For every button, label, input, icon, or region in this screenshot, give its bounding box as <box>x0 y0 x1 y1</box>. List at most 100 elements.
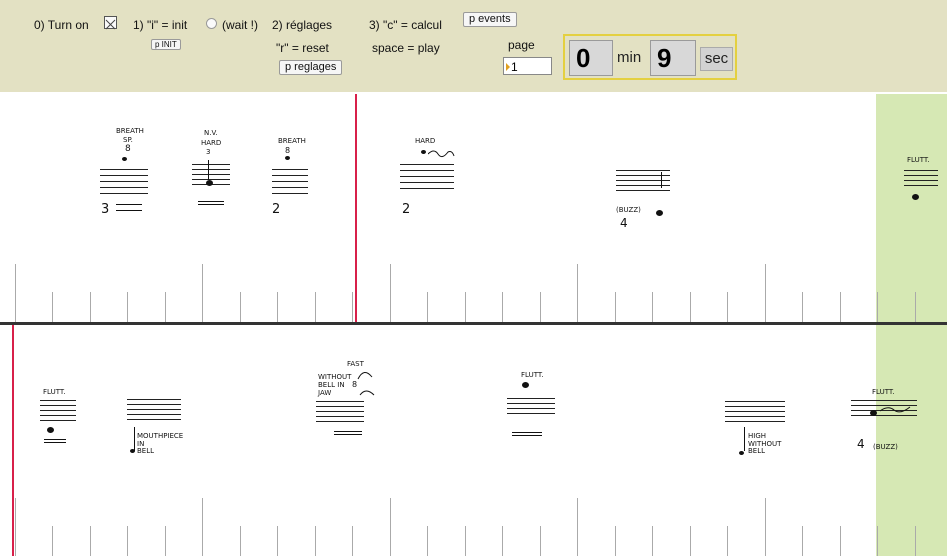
ruler-tick <box>277 526 278 556</box>
annotation: WITHOUT <box>318 373 352 381</box>
glissando-line <box>357 372 375 396</box>
score-system-bottom: FLUTT. MOUTHPIECE IN BELL FAST WITHOUT B… <box>0 325 947 556</box>
annotation: MOUTHPIECE <box>137 432 184 440</box>
reset-label: "r" = reset <box>276 41 329 55</box>
annotation: FLUTT. <box>521 371 544 379</box>
ruler-tick <box>502 526 503 556</box>
annotation: 8 <box>125 144 131 154</box>
ruler-tick <box>915 526 916 556</box>
ruler-tick <box>427 292 428 322</box>
ruler-tick <box>840 526 841 556</box>
note-head <box>870 410 877 416</box>
reglages-button[interactable]: p reglages <box>279 60 343 75</box>
breath-stroke <box>116 204 142 211</box>
note-head <box>912 194 919 200</box>
ruler-tick <box>727 292 728 322</box>
turn-on-label: 0) Turn on <box>34 18 89 32</box>
turn-on-toggle[interactable] <box>104 16 117 30</box>
annotation: SP. <box>123 136 133 144</box>
timer-panel: 0 min 9 sec <box>563 34 737 80</box>
init-label: 1) "i" = init <box>133 18 188 32</box>
annotation: BREATH <box>116 127 144 135</box>
breath-stroke <box>512 432 542 436</box>
ruler-tick <box>352 526 353 556</box>
note-stem <box>744 427 745 451</box>
annotation: (BUZZ) <box>616 206 641 214</box>
ruler-tick <box>840 292 841 322</box>
breath-stroke <box>198 201 224 205</box>
page-number-box[interactable]: 1 <box>503 57 552 75</box>
ruler-tick <box>652 292 653 322</box>
ruler-tick <box>240 526 241 556</box>
page-label: page <box>508 38 535 52</box>
ruler-tick <box>15 498 16 556</box>
events-button[interactable]: p events <box>463 12 517 27</box>
glissando-line <box>880 406 911 413</box>
annotation: HARD <box>415 137 436 145</box>
minutes-unit: min <box>617 49 642 66</box>
ruler-tick <box>802 526 803 556</box>
wait-label: (wait !) <box>222 18 258 32</box>
staff-fragment <box>100 169 148 199</box>
staff-fragment <box>904 170 938 190</box>
note-stem <box>134 427 135 451</box>
note-head <box>739 451 744 455</box>
ruler-tick <box>15 264 16 322</box>
ruler-tick <box>465 292 466 322</box>
annotation: BREATH <box>278 137 306 145</box>
duration-number: 2 <box>272 202 281 217</box>
duration-number: 4 <box>857 437 865 451</box>
annotation: N.V. <box>204 129 218 137</box>
ruler-tick <box>390 498 391 556</box>
ruler-tick <box>90 292 91 322</box>
note-head <box>130 449 135 453</box>
ruler-tick <box>427 526 428 556</box>
annotation: 8 <box>285 146 291 155</box>
ruler-tick <box>277 292 278 322</box>
seconds-unit: sec <box>700 47 733 71</box>
ruler-tick <box>315 292 316 322</box>
score-system-top: BREATH SP. 8 3 N.V. HARD 3 BREATH 8 2 HA… <box>0 94 947 322</box>
duration-number: 3 <box>101 202 110 217</box>
ruler-tick <box>127 526 128 556</box>
annotation: FLUTT. <box>907 156 930 164</box>
ruler-tick <box>202 498 203 556</box>
down-arrow-icon <box>661 172 662 188</box>
x-mark-icon <box>105 19 116 30</box>
annotation: 3 <box>206 148 211 156</box>
annotation: HIGH <box>748 432 767 440</box>
ruler-tick <box>240 292 241 322</box>
annotation: FLUTT. <box>43 388 66 396</box>
annotation: BELL IN <box>318 381 345 389</box>
annotation: (BUZZ) <box>873 443 898 451</box>
staff-fragment <box>507 398 555 418</box>
ruler-tick <box>52 292 53 322</box>
ruler-tick <box>352 292 353 322</box>
ruler-tick <box>540 292 541 322</box>
note-head <box>522 382 529 388</box>
ruler-tick <box>502 292 503 322</box>
ruler-tick <box>802 292 803 322</box>
ruler-tick <box>202 264 203 322</box>
staff-fragment <box>127 399 181 423</box>
breath-stroke <box>44 439 66 443</box>
ruler-tick <box>577 498 578 556</box>
minutes-box[interactable]: 0 <box>569 40 613 76</box>
annotation: HARD <box>201 139 222 147</box>
staff-fragment <box>272 169 308 199</box>
ruler-tick <box>465 526 466 556</box>
duration-number: 2 <box>402 202 411 217</box>
duration-number: 4 <box>620 216 628 230</box>
calcul-label: 3) "c" = calcul <box>369 18 442 32</box>
glissando-line <box>428 150 455 158</box>
init-indicator <box>206 18 217 29</box>
annotation: JAW <box>318 389 332 397</box>
ruler-tick <box>877 526 878 556</box>
control-toolbar: 0) Turn on 1) "i" = init p INIT (wait !)… <box>0 0 947 92</box>
seconds-box[interactable]: 9 <box>650 40 696 76</box>
init-button[interactable]: p INIT <box>151 39 181 50</box>
ruler-tick <box>615 292 616 322</box>
ruler-tick <box>690 526 691 556</box>
ruler-tick <box>652 526 653 556</box>
note-head <box>285 156 290 160</box>
